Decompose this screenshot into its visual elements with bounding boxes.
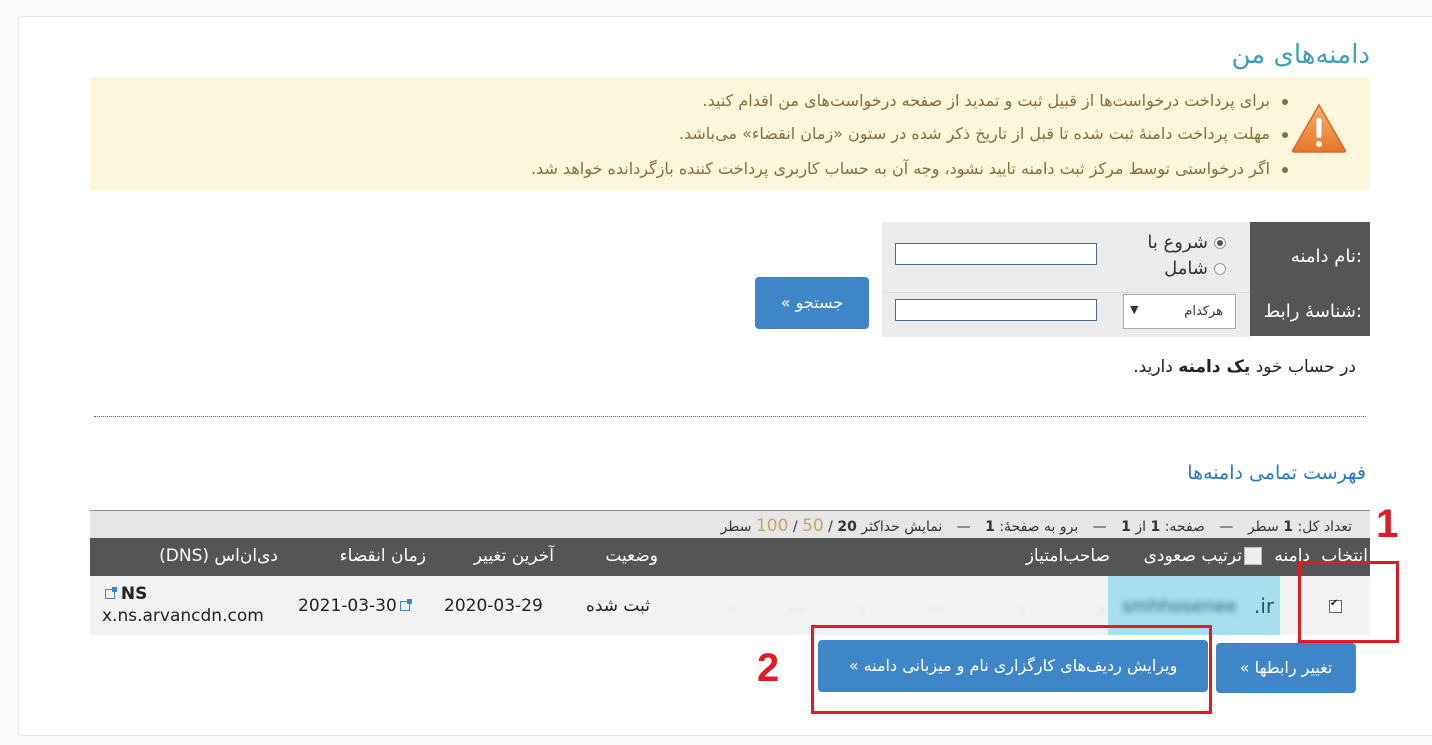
header-expiry: زمان انقضاء	[339, 546, 426, 566]
goto-page-link[interactable]: 1	[985, 519, 995, 535]
divider	[94, 416, 1366, 417]
header-owner: صاحب‌امتیاز	[1025, 546, 1110, 566]
dns-label[interactable]: NS	[121, 584, 147, 604]
radio-starts-with[interactable]: شروع با	[1147, 232, 1226, 253]
domain-search-row: شروع با شامل	[882, 222, 1250, 292]
annotation-box-1	[1298, 561, 1399, 643]
external-link-icon[interactable]	[399, 599, 412, 611]
warning-line: مهلت پرداخت دامنهٔ ثبت شده تا قبل از تار…	[679, 124, 1288, 143]
search-button[interactable]: جستجو »	[755, 277, 869, 329]
last-change-cell: 2020-03-29	[444, 596, 543, 616]
external-link-icon[interactable]	[105, 587, 117, 599]
pagination-bar: تعداد کل: 1 سطر — صفحه: 1 از 1 — برو به …	[90, 510, 1370, 539]
page-title: دامنه‌های من	[1231, 40, 1370, 70]
dns-value: x.ns.arvancdn.com	[102, 606, 264, 626]
radio-button[interactable]	[1214, 236, 1226, 249]
radio-contains[interactable]: شامل	[1164, 258, 1226, 279]
warning-line: اگر درخواستی توسط مرکز ثبت دامنه تایید ن…	[531, 159, 1288, 178]
rows-100-link[interactable]: 100	[756, 516, 788, 536]
domain-list-title: فهرست تمامی دامنه‌ها	[1187, 462, 1366, 484]
handle-label: شناسهٔ رابط:	[1250, 292, 1370, 336]
annotation-number-1: 1	[1376, 502, 1399, 546]
dns-cell: NS x.ns.arvancdn.com	[102, 584, 264, 626]
annotation-number-2: 2	[757, 646, 780, 690]
sort-ascending[interactable]: ترتیب صعودی	[1144, 546, 1262, 566]
header-last-change: آخرین تغییر	[473, 546, 554, 566]
status-cell: ثبت شده	[585, 596, 650, 616]
header-status: وضعیت	[605, 546, 658, 566]
sort-icon	[1244, 547, 1262, 565]
annotation-box-2	[811, 625, 1212, 714]
handle-search-row: هرکدام ▼	[882, 292, 1250, 337]
handle-type-select[interactable]: هرکدام ▼	[1123, 294, 1236, 329]
chevron-down-icon: ▼	[1130, 303, 1139, 316]
warning-triangle-icon	[1291, 103, 1347, 153]
warning-line: برای پرداخت درخواست‌ها از قبیل ثبت و تمد…	[703, 91, 1288, 110]
change-handles-button[interactable]: تغییر رابطها »	[1216, 643, 1356, 693]
rows-50-link[interactable]: 50	[802, 516, 824, 536]
domain-search-input[interactable]	[895, 243, 1097, 265]
owner-cell-redacted: .. ... ..,	[730, 600, 1104, 614]
header-dns: دی‌ان‌اس (DNS)	[159, 546, 278, 566]
domain-name-label: نام دامنه:	[1250, 222, 1370, 292]
warning-box: برای پرداخت درخواست‌ها از قبیل ثبت و تمد…	[90, 77, 1370, 190]
table-header: انتخاب دامنه ترتیب صعودی صاحب‌امتیاز وضع…	[90, 538, 1370, 576]
expiry-cell[interactable]: 2021-03-30	[298, 596, 412, 616]
handle-search-input[interactable]	[895, 299, 1097, 321]
account-summary: در حساب خود یک دامنه دارید.	[1133, 357, 1356, 377]
radio-button[interactable]	[1214, 262, 1226, 275]
